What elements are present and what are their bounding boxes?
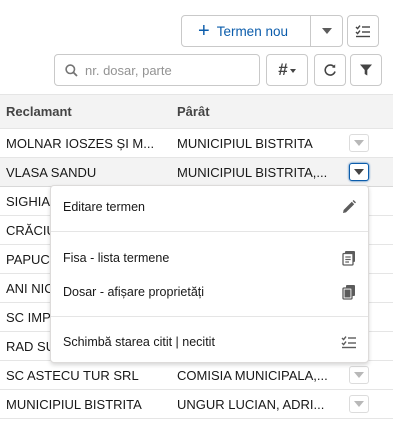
table-row[interactable]: VLASA SANDU MUNICIPIUL BISTRITA,...: [0, 158, 393, 187]
menu-divider: [51, 316, 368, 317]
cell-parat: UNGUR LUCIAN, ADRI...: [177, 396, 325, 412]
row-actions-button[interactable]: [349, 163, 369, 181]
cell-parat: MUNICIPIUL BISTRITA: [177, 135, 313, 151]
checklist-icon: [341, 336, 356, 349]
search-box: [54, 54, 260, 86]
refresh-button[interactable]: [314, 54, 346, 86]
chevron-down-icon: [289, 69, 296, 73]
copy-icon: [342, 285, 355, 300]
new-term-dropdown-button[interactable]: [311, 16, 342, 46]
menu-item-label: Fisa - lista termene: [63, 251, 170, 265]
menu-item-term-list[interactable]: Fisa - lista termene: [51, 243, 368, 273]
checklist-icon: [355, 25, 370, 38]
chevron-down-icon: [321, 28, 332, 34]
cell-reclamant: MUNICIPIUL BISTRITA: [6, 396, 142, 412]
toolbar-secondary: #: [54, 54, 382, 86]
cell-reclamant: VLASA SANDU: [6, 164, 97, 180]
table-row[interactable]: SC ASTECU TUR SRL COMISIA MUNICIPALA,...: [0, 361, 393, 390]
menu-item-toggle-read-status[interactable]: Schimbă starea citit | necitit: [51, 327, 368, 357]
refresh-icon: [324, 64, 336, 76]
menu-item-label: Dosar - afișare proprietăți: [63, 285, 205, 299]
menu-item-label: Editare termen: [63, 200, 145, 214]
chevron-down-icon: [354, 372, 364, 378]
pencil-icon: [343, 200, 356, 213]
new-term-label: Termen nou: [216, 23, 288, 39]
number-format-button[interactable]: #: [266, 54, 308, 86]
cell-parat: COMISIA MUNICIPALA,...: [177, 367, 328, 383]
chevron-down-icon: [354, 140, 364, 146]
hash-icon: #: [278, 60, 288, 79]
search-icon: [65, 63, 78, 77]
chevron-down-icon: [354, 401, 364, 407]
table-header: Reclamant Pârât: [0, 94, 393, 129]
menu-divider: [51, 231, 368, 232]
plus-icon: +: [198, 20, 210, 42]
chevron-down-icon: [354, 169, 364, 175]
menu-item-case-properties[interactable]: Dosar - afișare proprietăți: [51, 277, 368, 307]
menu-item-edit-term[interactable]: Editare termen: [51, 192, 368, 222]
row-actions-button[interactable]: [349, 134, 369, 152]
filter-button[interactable]: [350, 54, 382, 86]
new-term-button[interactable]: + Termen nou: [182, 16, 311, 46]
table-row[interactable]: MOLNAR IOSZES ȘI M... MUNICIPIUL BISTRIT…: [0, 129, 393, 158]
row-actions-button[interactable]: [349, 395, 369, 413]
menu-item-label: Schimbă starea citit | necitit: [63, 335, 215, 349]
checklist-button[interactable]: [347, 15, 379, 47]
new-term-button-group: + Termen nou: [181, 15, 343, 47]
column-header-parat[interactable]: Pârât: [177, 104, 210, 119]
filter-icon: [360, 64, 372, 76]
table-row[interactable]: MUNICIPIUL BISTRITA UNGUR LUCIAN, ADRI..…: [0, 390, 393, 419]
cell-reclamant: SC ASTECU TUR SRL: [6, 367, 139, 383]
toolbar-actions: [314, 54, 382, 86]
column-header-reclamant[interactable]: Reclamant: [6, 104, 72, 119]
toolbar-primary: + Termen nou: [181, 15, 379, 47]
search-input[interactable]: [85, 62, 255, 78]
row-context-menu: Editare termen Fisa - lista termene Dosa…: [50, 185, 369, 363]
cell-reclamant: MOLNAR IOSZES ȘI M...: [6, 135, 155, 151]
document-list-icon: [342, 251, 355, 266]
cell-parat: MUNICIPIUL BISTRITA,...: [177, 164, 328, 180]
row-actions-button[interactable]: [349, 366, 369, 384]
